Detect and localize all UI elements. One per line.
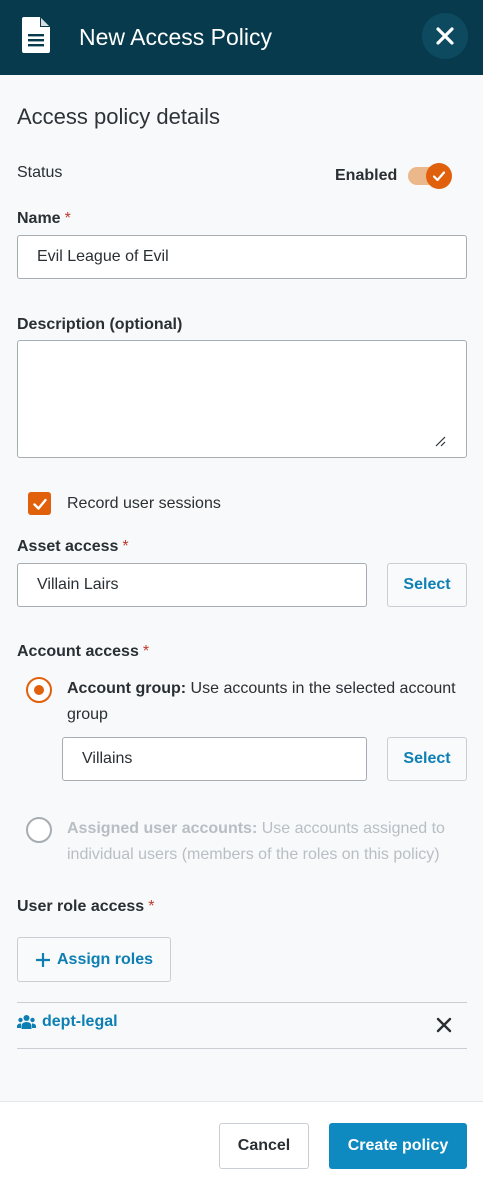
- check-icon: [32, 498, 47, 510]
- status-label: Status: [17, 164, 63, 181]
- create-policy-button[interactable]: Create policy: [329, 1123, 467, 1169]
- roles-divider-top: [17, 1002, 467, 1003]
- record-sessions-label: Record user sessions: [67, 495, 221, 512]
- account-access-label-text: Account access: [17, 643, 139, 660]
- account-access-label: Account access *: [17, 642, 149, 662]
- account-group-select-button[interactable]: Select: [387, 737, 467, 781]
- account-group-option-text: Account group: Use accounts in the selec…: [67, 676, 467, 728]
- assign-roles-button[interactable]: Assign roles: [17, 937, 171, 982]
- assigned-accounts-title: Assigned user accounts:: [67, 820, 258, 837]
- required-mark: *: [122, 538, 129, 555]
- record-sessions-checkbox[interactable]: [28, 492, 51, 515]
- role-item[interactable]: dept-legal: [17, 1013, 118, 1031]
- user-role-access-label-text: User role access: [17, 898, 145, 915]
- account-group-input[interactable]: [62, 737, 367, 781]
- roles-divider-bottom: [17, 1048, 467, 1049]
- description-label: Description (optional): [17, 316, 183, 333]
- asset-access-label: Asset access *: [17, 537, 129, 557]
- users-group-icon: [17, 1015, 36, 1029]
- close-button[interactable]: [422, 13, 468, 59]
- required-mark: *: [64, 210, 71, 227]
- role-name: dept-legal: [42, 1013, 118, 1030]
- status-toggle[interactable]: [406, 163, 452, 189]
- cancel-button[interactable]: Cancel: [219, 1123, 309, 1169]
- asset-access-label-text: Asset access: [17, 538, 119, 555]
- dialog-footer: Cancel Create policy: [0, 1101, 483, 1181]
- account-group-title: Account group:: [67, 680, 187, 697]
- name-label: Name *: [17, 209, 71, 229]
- name-label-text: Name: [17, 210, 61, 227]
- asset-select-button[interactable]: Select: [387, 563, 467, 607]
- account-group-radio[interactable]: [26, 677, 52, 703]
- toggle-knob: [426, 163, 452, 189]
- user-role-access-label: User role access *: [17, 897, 154, 917]
- remove-role-icon[interactable]: [436, 1017, 452, 1033]
- assigned-accounts-radio[interactable]: [26, 817, 52, 843]
- required-mark: *: [142, 643, 150, 660]
- check-icon: [432, 171, 446, 182]
- dialog-title: New Access Policy: [79, 24, 273, 50]
- required-mark: *: [148, 898, 155, 915]
- resize-grip-icon[interactable]: [435, 436, 446, 447]
- status-state-label: Enabled: [335, 167, 398, 184]
- section-title: Access policy details: [17, 104, 220, 129]
- assign-roles-label: Assign roles: [56, 950, 154, 968]
- asset-access-input[interactable]: [17, 563, 367, 607]
- description-textarea[interactable]: [17, 340, 467, 458]
- name-input[interactable]: [17, 235, 467, 279]
- assigned-accounts-option-text: Assigned user accounts: Use accounts ass…: [67, 816, 467, 868]
- plus-icon: [35, 952, 50, 967]
- close-icon: [436, 27, 454, 45]
- dialog-header: New Access Policy: [0, 0, 483, 75]
- document-icon: [22, 17, 50, 53]
